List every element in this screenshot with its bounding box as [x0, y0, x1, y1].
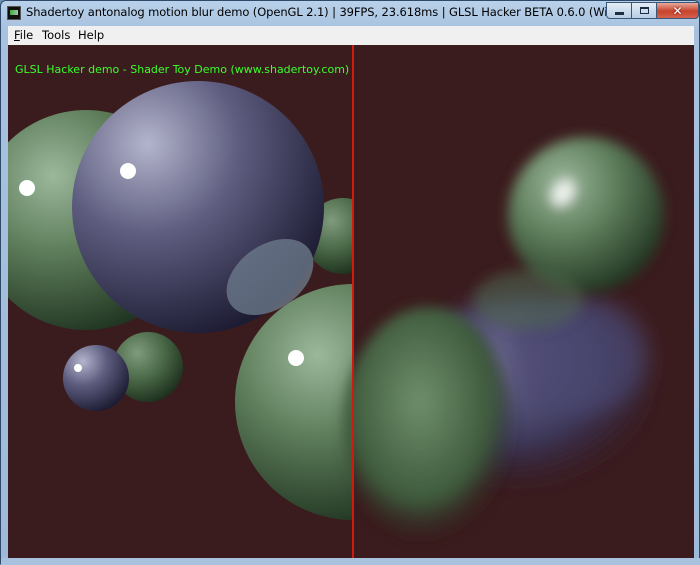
- specular-highlight: [120, 163, 136, 179]
- menu-file-label: ile: [19, 28, 34, 42]
- demo-caption: GLSL Hacker demo - Shader Toy Demo (www.…: [15, 63, 350, 76]
- menu-tools[interactable]: Tools: [42, 28, 70, 42]
- app-window: Shadertoy antonalog motion blur demo (Op…: [0, 0, 700, 565]
- maximize-icon: [639, 7, 649, 14]
- app-icon[interactable]: [7, 6, 21, 20]
- menu-help[interactable]: Help: [78, 28, 104, 42]
- window-title: Shadertoy antonalog motion blur demo (Op…: [26, 5, 606, 19]
- title-bar[interactable]: Shadertoy antonalog motion blur demo (Op…: [1, 1, 699, 25]
- menu-file[interactable]: File: [14, 28, 33, 42]
- green-sphere-blurred-top: [508, 137, 664, 293]
- purple-sphere-small: [63, 345, 129, 411]
- specular-highlight: [19, 180, 35, 196]
- maximize-button[interactable]: [631, 2, 657, 19]
- blur-trail: [473, 270, 583, 330]
- menu-bar: File Tools Help: [8, 26, 694, 46]
- close-icon: ✕: [672, 3, 683, 18]
- specular-highlight: [74, 364, 82, 372]
- minimize-icon: [614, 11, 624, 15]
- specular-highlight: [288, 350, 304, 366]
- shader-render: [8, 45, 694, 558]
- close-button[interactable]: ✕: [656, 2, 699, 19]
- minimize-button[interactable]: [606, 2, 632, 19]
- blurred-scene: [343, 45, 694, 558]
- render-viewport[interactable]: GLSL Hacker demo - Shader Toy Demo (www.…: [8, 45, 694, 558]
- green-sphere-blurred-front: [343, 307, 513, 543]
